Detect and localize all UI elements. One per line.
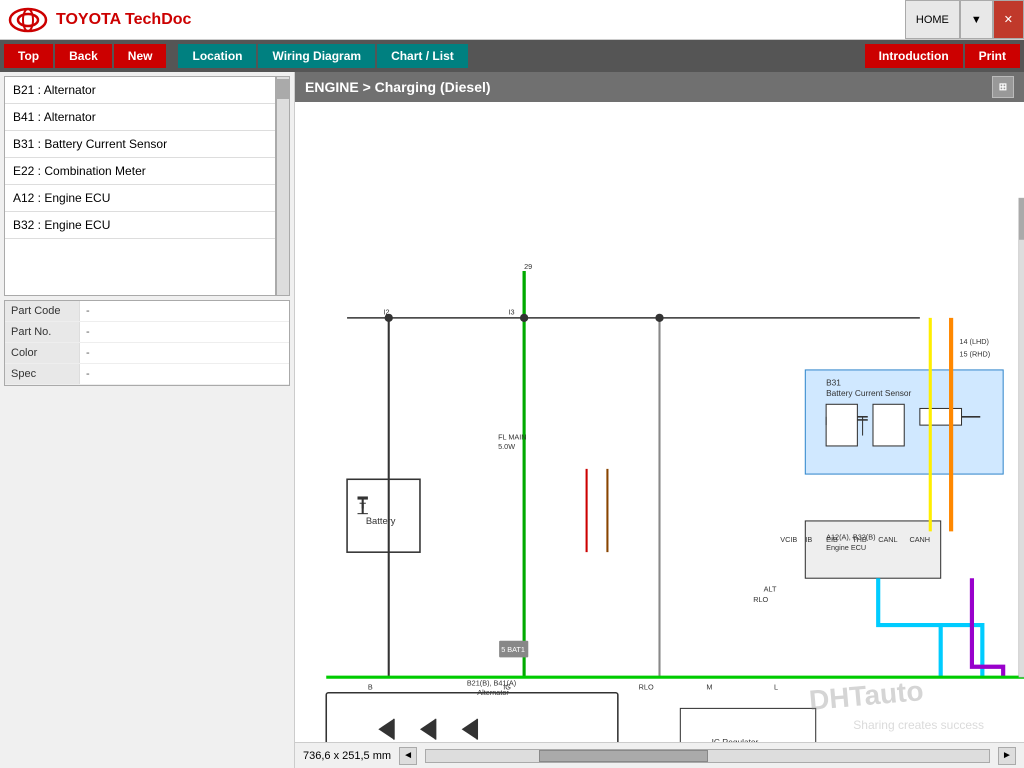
scroll-right-arrows: ►: [998, 747, 1016, 765]
svg-text:CANH: CANH: [909, 535, 930, 544]
info-value: -: [80, 343, 96, 363]
svg-text:M: M: [706, 683, 712, 692]
chart-list-button[interactable]: Chart / List: [377, 44, 468, 68]
svg-text:EIB: EIB: [826, 535, 838, 544]
info-row: Part No.-: [5, 322, 289, 343]
svg-text:RLO: RLO: [753, 595, 768, 604]
svg-text:5 BAT1: 5 BAT1: [501, 645, 525, 654]
list-item[interactable]: E22 : Combination Meter: [5, 158, 275, 185]
top-button[interactable]: Top: [4, 44, 53, 68]
info-panel: Part Code-Part No.-Color-Spec-: [4, 300, 290, 386]
list-item[interactable]: A12 : Engine ECU: [5, 185, 275, 212]
location-button[interactable]: Location: [178, 44, 256, 68]
toyota-logo: [8, 4, 48, 36]
new-button[interactable]: New: [114, 44, 167, 68]
back-button[interactable]: Back: [55, 44, 112, 68]
list-item[interactable]: B32 : Engine ECU: [5, 212, 275, 239]
svg-text:Alternator: Alternator: [477, 688, 509, 697]
list-item[interactable]: B31 : Battery Current Sensor: [5, 131, 275, 158]
component-list[interactable]: B21 : AlternatorB41 : AlternatorB31 : Ba…: [4, 76, 276, 296]
window-controls: HOME ▼ ✕: [905, 0, 1024, 39]
scroll-left-arrow[interactable]: ◄: [399, 747, 417, 765]
diagram-panel: ENGINE > Charging (Diesel) ⊞ Battery: [295, 72, 1024, 768]
wiring-diagram-button[interactable]: Wiring Diagram: [258, 44, 375, 68]
logo-area: TOYOTA TechDoc: [8, 4, 191, 36]
svg-text:5.0W: 5.0W: [498, 442, 515, 451]
left-panel: B21 : AlternatorB41 : AlternatorB31 : Ba…: [0, 72, 295, 768]
home-button[interactable]: HOME: [905, 0, 960, 39]
svg-text:ALT: ALT: [764, 585, 777, 594]
titlebar: TOYOTA TechDoc HOME ▼ ✕: [0, 0, 1024, 40]
svg-text:VCIB: VCIB: [780, 535, 797, 544]
svg-text:Battery: Battery: [366, 516, 396, 526]
diagram-title: ENGINE > Charging (Diesel): [305, 79, 491, 95]
svg-text:B21(B), B41(A): B21(B), B41(A): [467, 678, 516, 687]
app-title: TOYOTA TechDoc: [56, 11, 191, 29]
svg-text:14 (LHD): 14 (LHD): [959, 337, 989, 346]
list-item[interactable]: B41 : Alternator: [5, 104, 275, 131]
svg-text:I3: I3: [508, 308, 514, 317]
list-scrollbar[interactable]: [276, 76, 290, 296]
info-row: Spec-: [5, 364, 289, 385]
diagram-header: ENGINE > Charging (Diesel) ⊞: [295, 72, 1024, 102]
svg-text:IC Regulator: IC Regulator: [712, 737, 759, 742]
introduction-button[interactable]: Introduction: [865, 44, 963, 68]
svg-text:Battery Current Sensor: Battery Current Sensor: [826, 388, 911, 398]
list-item[interactable]: B21 : Alternator: [5, 77, 275, 104]
info-value: -: [80, 322, 96, 342]
scroll-right-arrow[interactable]: ►: [998, 747, 1016, 765]
diagram-size: 736,6 x 251,5 mm: [303, 750, 391, 762]
svg-text:B31: B31: [826, 378, 841, 388]
svg-text:29: 29: [524, 262, 532, 271]
svg-text:L: L: [774, 683, 778, 692]
info-row: Color-: [5, 343, 289, 364]
horizontal-scrollbar[interactable]: [425, 749, 990, 763]
info-label: Part No.: [5, 322, 80, 342]
svg-text:I2: I2: [384, 308, 390, 317]
svg-text:IB: IB: [805, 535, 812, 544]
main-area: B21 : AlternatorB41 : AlternatorB31 : Ba…: [0, 72, 1024, 768]
svg-text:Engine ECU: Engine ECU: [826, 543, 866, 552]
toolbar: Top Back New Location Wiring Diagram Cha…: [0, 40, 1024, 72]
minimize-button[interactable]: ▼: [960, 0, 993, 39]
info-label: Part Code: [5, 301, 80, 321]
svg-text:THB: THB: [852, 535, 867, 544]
scroll-arrows: ◄: [399, 747, 417, 765]
info-label: Color: [5, 343, 80, 363]
svg-text:15 (RHD): 15 (RHD): [959, 349, 990, 358]
svg-text:B: B: [368, 683, 373, 692]
svg-text:FL MAIN: FL MAIN: [498, 433, 526, 442]
print-button[interactable]: Print: [965, 44, 1020, 68]
info-value: -: [80, 364, 96, 384]
diagram-footer: 736,6 x 251,5 mm ◄ ►: [295, 742, 1024, 768]
diagram-area[interactable]: Battery FL MAIN 5.0W: [295, 102, 1024, 742]
info-value: -: [80, 301, 96, 321]
svg-text:CANL: CANL: [878, 535, 897, 544]
info-label: Spec: [5, 364, 80, 384]
diagram-options-icon[interactable]: ⊞: [992, 76, 1014, 98]
close-button[interactable]: ✕: [993, 0, 1024, 39]
svg-text:RLO: RLO: [639, 683, 654, 692]
info-row: Part Code-: [5, 301, 289, 322]
